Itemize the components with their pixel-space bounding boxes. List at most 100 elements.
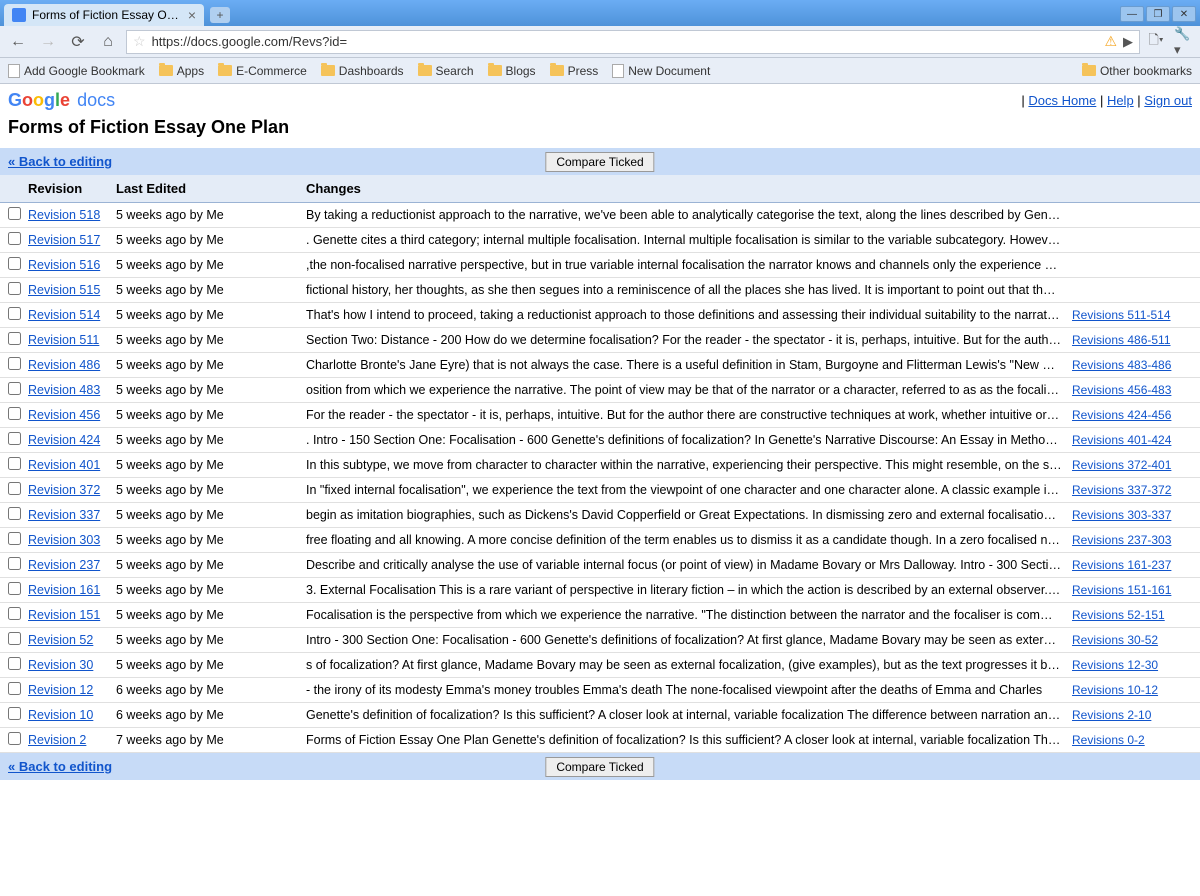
revision-checkbox[interactable] [8,532,21,545]
revision-checkbox[interactable] [8,682,21,695]
revision-link[interactable]: Revision 424 [28,433,100,447]
page-menu-icon[interactable]: 🗋▾ [1146,32,1166,52]
revision-checkbox[interactable] [8,257,21,270]
revision-range-link[interactable]: Revisions 303-337 [1072,508,1171,522]
compare-ticked-button[interactable]: Compare Ticked [545,152,654,172]
revision-range-link[interactable]: Revisions 161-237 [1072,558,1171,572]
revision-link[interactable]: Revision 456 [28,408,100,422]
revision-checkbox[interactable] [8,382,21,395]
revision-range-link[interactable]: Revisions 456-483 [1072,383,1171,397]
revision-link[interactable]: Revision 518 [28,208,100,222]
window-maximize-button[interactable]: ❐ [1146,6,1170,22]
go-icon[interactable]: ▶ [1123,34,1133,50]
bookmark-add-google[interactable]: Add Google Bookmark [8,64,145,78]
revision-range-link[interactable]: Revisions 0-2 [1072,733,1145,747]
revision-link[interactable]: Revision 486 [28,358,100,372]
reload-button[interactable]: ⟳ [66,30,90,54]
revision-range-link[interactable]: Revisions 401-424 [1072,433,1171,447]
back-to-editing-link[interactable]: « Back to editing [8,154,112,169]
revision-link[interactable]: Revision 52 [28,633,93,647]
revision-link[interactable]: Revision 2 [28,733,86,747]
new-tab-button[interactable]: + [210,7,230,23]
revision-link[interactable]: Revision 517 [28,233,100,247]
revision-range-link[interactable]: Revisions 30-52 [1072,633,1158,647]
revision-checkbox[interactable] [8,232,21,245]
revision-range-link[interactable]: Revisions 10-12 [1072,683,1158,697]
revision-checkbox[interactable] [8,732,21,745]
browser-tab[interactable]: Forms of Fiction Essay One... × [4,4,204,26]
revision-link[interactable]: Revision 10 [28,708,93,722]
revision-link[interactable]: Revision 401 [28,458,100,472]
revision-checkbox[interactable] [8,457,21,470]
revision-link[interactable]: Revision 30 [28,658,93,672]
revision-link[interactable]: Revision 303 [28,533,100,547]
forward-button[interactable]: → [36,30,60,54]
revision-checkbox[interactable] [8,657,21,670]
signout-link[interactable]: Sign out [1144,93,1192,108]
back-to-editing-link[interactable]: « Back to editing [8,759,112,774]
close-tab-icon[interactable]: × [188,8,196,22]
revision-link[interactable]: Revision 514 [28,308,100,322]
revision-link[interactable]: Revision 483 [28,383,100,397]
revision-range-link[interactable]: Revisions 511-514 [1072,308,1171,322]
bookmark-new-document[interactable]: New Document [612,64,710,78]
revision-link[interactable]: Revision 12 [28,683,93,697]
window-minimize-button[interactable]: — [1120,6,1144,22]
revision-link[interactable]: Revision 237 [28,558,100,572]
revision-range-link[interactable]: Revisions 337-372 [1072,483,1171,497]
revision-range-link[interactable]: Revisions 483-486 [1072,358,1171,372]
page-icon [8,64,20,78]
compare-ticked-button[interactable]: Compare Ticked [545,757,654,777]
revision-checkbox[interactable] [8,557,21,570]
revision-checkbox[interactable] [8,207,21,220]
revision-range-link[interactable]: Revisions 424-456 [1072,408,1171,422]
revision-checkbox[interactable] [8,507,21,520]
bookmark-folder-dashboards[interactable]: Dashboards [321,64,404,78]
wrench-menu-icon[interactable]: 🔧▾ [1174,32,1194,52]
revision-changes: Section Two: Distance - 200 How do we de… [306,333,1072,347]
revision-checkbox[interactable] [8,432,21,445]
revision-checkbox[interactable] [8,357,21,370]
revision-checkbox[interactable] [8,332,21,345]
back-button[interactable]: ← [6,30,30,54]
revision-checkbox[interactable] [8,582,21,595]
home-button[interactable]: ⌂ [96,30,120,54]
bookmark-star-icon[interactable]: ☆ [133,33,146,50]
revision-checkbox[interactable] [8,307,21,320]
bookmark-other[interactable]: Other bookmarks [1082,64,1192,78]
help-link[interactable]: Help [1107,93,1134,108]
revision-last-edited: 5 weeks ago by Me [116,658,306,672]
revision-checkbox[interactable] [8,632,21,645]
revision-link[interactable]: Revision 516 [28,258,100,272]
revision-link[interactable]: Revision 151 [28,608,100,622]
revision-range-link[interactable]: Revisions 2-10 [1072,708,1151,722]
bookmark-folder-apps[interactable]: Apps [159,64,204,78]
revision-range-link[interactable]: Revisions 237-303 [1072,533,1171,547]
bookmark-folder-ecommerce[interactable]: E-Commerce [218,64,307,78]
revision-link[interactable]: Revision 161 [28,583,100,597]
revision-range-link[interactable]: Revisions 52-151 [1072,608,1165,622]
revision-link[interactable]: Revision 372 [28,483,100,497]
revision-range-link[interactable]: Revisions 12-30 [1072,658,1158,672]
revision-range-link[interactable]: Revisions 486-511 [1072,333,1171,347]
revision-checkbox[interactable] [8,407,21,420]
revision-link[interactable]: Revision 515 [28,283,100,297]
window-close-button[interactable]: ✕ [1172,6,1196,22]
revision-checkbox[interactable] [8,607,21,620]
revision-link[interactable]: Revision 337 [28,508,100,522]
revision-checkbox[interactable] [8,282,21,295]
revision-last-edited: 5 weeks ago by Me [116,458,306,472]
google-docs-logo[interactable]: Google docs [8,90,115,111]
revision-changes: osition from which we experience the nar… [306,383,1072,397]
bookmark-folder-press[interactable]: Press [550,64,599,78]
revision-changes: begin as imitation biographies, such as … [306,508,1072,522]
docs-home-link[interactable]: Docs Home [1028,93,1096,108]
revision-checkbox[interactable] [8,707,21,720]
bookmark-folder-blogs[interactable]: Blogs [488,64,536,78]
revision-range-link[interactable]: Revisions 372-401 [1072,458,1171,472]
revision-link[interactable]: Revision 511 [28,333,99,347]
bookmark-folder-search[interactable]: Search [418,64,474,78]
url-bar[interactable]: ☆ https://docs.google.com/Revs?id= ⚠ ▶ [126,30,1140,54]
revision-range-link[interactable]: Revisions 151-161 [1072,583,1171,597]
revision-checkbox[interactable] [8,482,21,495]
